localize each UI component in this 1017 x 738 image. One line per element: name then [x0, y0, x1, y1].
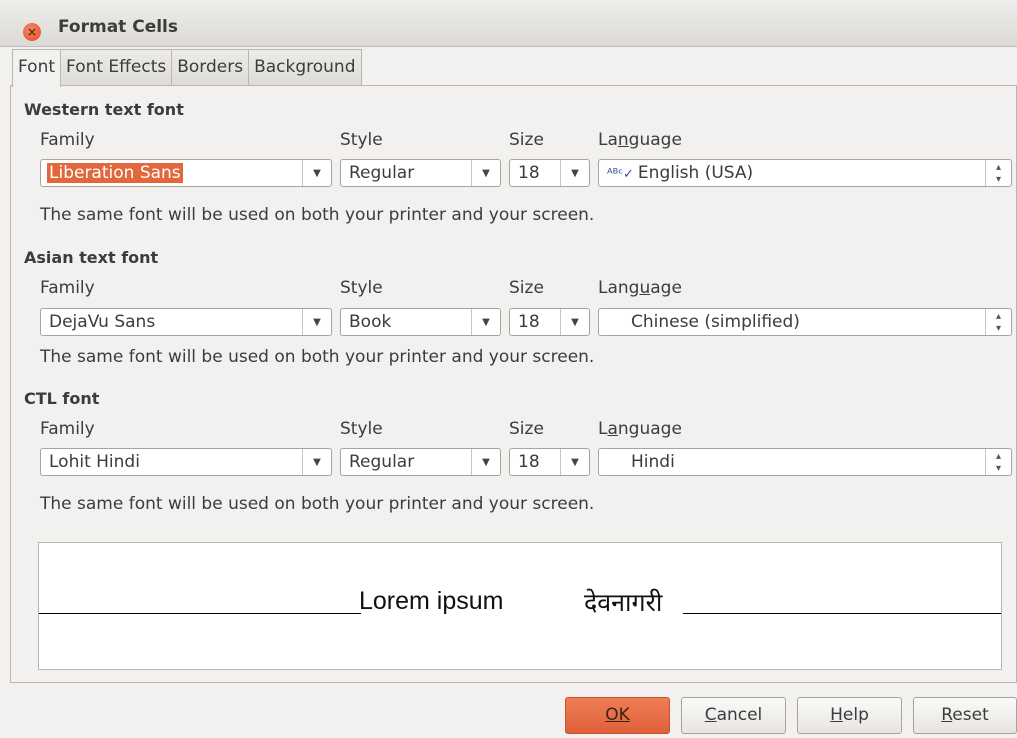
chevron-down-icon[interactable]: ▼ — [302, 160, 331, 186]
chevron-down-icon[interactable]: ▼ — [560, 160, 589, 186]
tab-font[interactable]: Font — [12, 49, 62, 87]
close-icon[interactable]: × — [23, 23, 41, 41]
preview-baseline — [683, 613, 1001, 614]
asian-style-label: Style — [340, 278, 383, 298]
asian-language-value: Chinese (simplified) — [631, 312, 800, 332]
asian-style-value: Book — [349, 312, 392, 332]
ctl-family-value: Lohit Hindi — [49, 452, 140, 472]
western-family-combo[interactable]: Liberation Sans ▼ — [40, 159, 332, 187]
ctl-size-label: Size — [509, 419, 544, 439]
font-preview: Lorem ipsum देवनागरी — [38, 542, 1002, 670]
spellcheck-icon: ᴬᴮᶜ✓ — [607, 167, 634, 182]
asian-language-label: Language — [598, 278, 682, 298]
chevron-down-icon[interactable]: ▼ — [471, 160, 500, 186]
asian-family-combo[interactable]: DejaVu Sans ▼ — [40, 308, 332, 336]
tab-bar: Font Font Effects Borders Background — [12, 49, 362, 87]
asian-family-value: DejaVu Sans — [49, 312, 156, 332]
asian-family-label: Family — [40, 278, 95, 298]
spinner-icon[interactable]: ▴ ▾ — [985, 309, 1011, 335]
western-heading: Western text font — [24, 100, 184, 119]
western-family-label: Family — [40, 130, 95, 150]
ctl-language-value: Hindi — [631, 452, 675, 472]
western-style-combo[interactable]: Regular ▼ — [340, 159, 501, 187]
asian-info-text: The same font will be used on both your … — [40, 347, 595, 367]
ctl-style-value: Regular — [349, 452, 415, 472]
asian-language-select[interactable]: Chinese (simplified) ▴ ▾ — [598, 308, 1012, 336]
tab-font-effects[interactable]: Font Effects — [60, 49, 173, 85]
ctl-language-label: Language — [598, 419, 682, 439]
asian-size-label: Size — [509, 278, 544, 298]
chevron-down-icon[interactable]: ▼ — [302, 449, 331, 475]
spinner-icon[interactable]: ▴ ▾ — [985, 449, 1011, 475]
western-style-value: Regular — [349, 163, 415, 183]
western-language-value: English (USA) — [637, 163, 754, 183]
tab-background[interactable]: Background — [248, 49, 362, 85]
western-size-combo[interactable]: 18 ▼ — [509, 159, 590, 187]
chevron-down-icon[interactable]: ▼ — [302, 309, 331, 335]
ctl-style-label: Style — [340, 419, 383, 439]
ctl-size-value: 18 — [518, 452, 540, 472]
ctl-info-text: The same font will be used on both your … — [40, 494, 595, 514]
asian-style-combo[interactable]: Book ▼ — [340, 308, 501, 336]
tab-borders[interactable]: Borders — [171, 49, 250, 85]
cancel-button[interactable]: Cancel — [681, 697, 786, 734]
ctl-heading: CTL font — [24, 389, 100, 408]
spinner-icon[interactable]: ▴ ▾ — [985, 160, 1011, 186]
help-button[interactable]: Help — [797, 697, 902, 734]
asian-size-value: 18 — [518, 312, 540, 332]
ctl-family-label: Family — [40, 419, 95, 439]
ctl-size-combo[interactable]: 18 ▼ — [509, 448, 590, 476]
ok-button[interactable]: OK — [565, 697, 670, 734]
chevron-down-icon[interactable]: ▼ — [471, 449, 500, 475]
western-language-label: Language — [598, 130, 682, 150]
window-title: Format Cells — [58, 17, 178, 37]
ctl-style-combo[interactable]: Regular ▼ — [340, 448, 501, 476]
chevron-down-icon[interactable]: ▼ — [560, 449, 589, 475]
reset-button[interactable]: Reset — [913, 697, 1017, 734]
preview-text-western: Lorem ipsum — [359, 587, 504, 615]
ctl-language-select[interactable]: Hindi ▴ ▾ — [598, 448, 1012, 476]
chevron-down-icon[interactable]: ▼ — [560, 309, 589, 335]
preview-text-ctl: देवनागरी — [584, 588, 663, 617]
western-size-value: 18 — [518, 163, 540, 183]
ctl-family-combo[interactable]: Lohit Hindi ▼ — [40, 448, 332, 476]
chevron-down-icon[interactable]: ▼ — [471, 309, 500, 335]
western-style-label: Style — [340, 130, 383, 150]
western-size-label: Size — [509, 130, 544, 150]
western-language-select[interactable]: ᴬᴮᶜ✓ English (USA) ▴ ▾ — [598, 159, 1012, 187]
western-family-value: Liberation Sans — [47, 163, 183, 183]
western-info-text: The same font will be used on both your … — [40, 205, 595, 225]
asian-heading: Asian text font — [24, 248, 159, 267]
asian-size-combo[interactable]: 18 ▼ — [509, 308, 590, 336]
title-bar: × Format Cells — [0, 0, 1017, 47]
preview-baseline — [39, 613, 361, 614]
